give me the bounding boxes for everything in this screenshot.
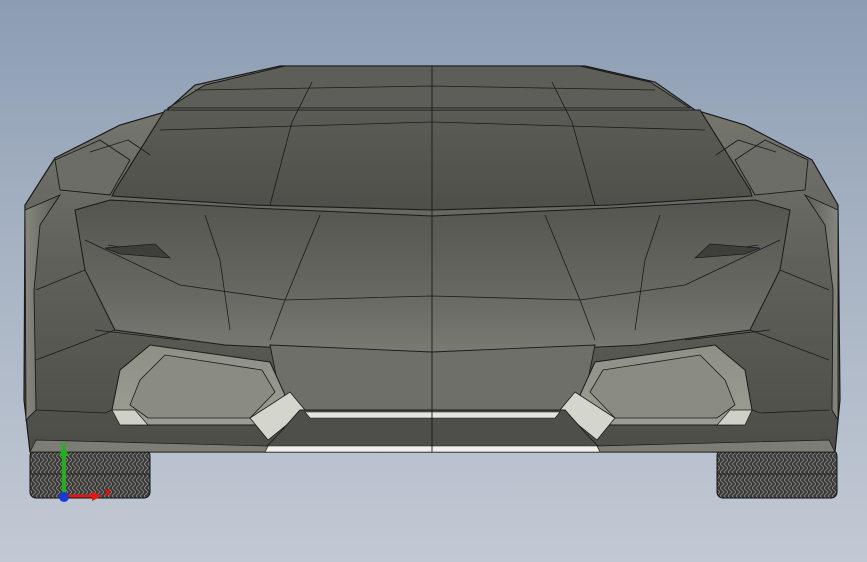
z-axis-dot — [59, 492, 69, 502]
graphics-viewport[interactable]: Y X — [0, 0, 867, 562]
coordinate-triad: Y X — [59, 442, 112, 502]
car-model[interactable] — [0, 0, 867, 562]
y-axis-label: Y — [59, 442, 68, 453]
hood — [74, 199, 791, 356]
right-front-wheel — [716, 449, 838, 499]
x-axis-label: X — [104, 488, 112, 499]
